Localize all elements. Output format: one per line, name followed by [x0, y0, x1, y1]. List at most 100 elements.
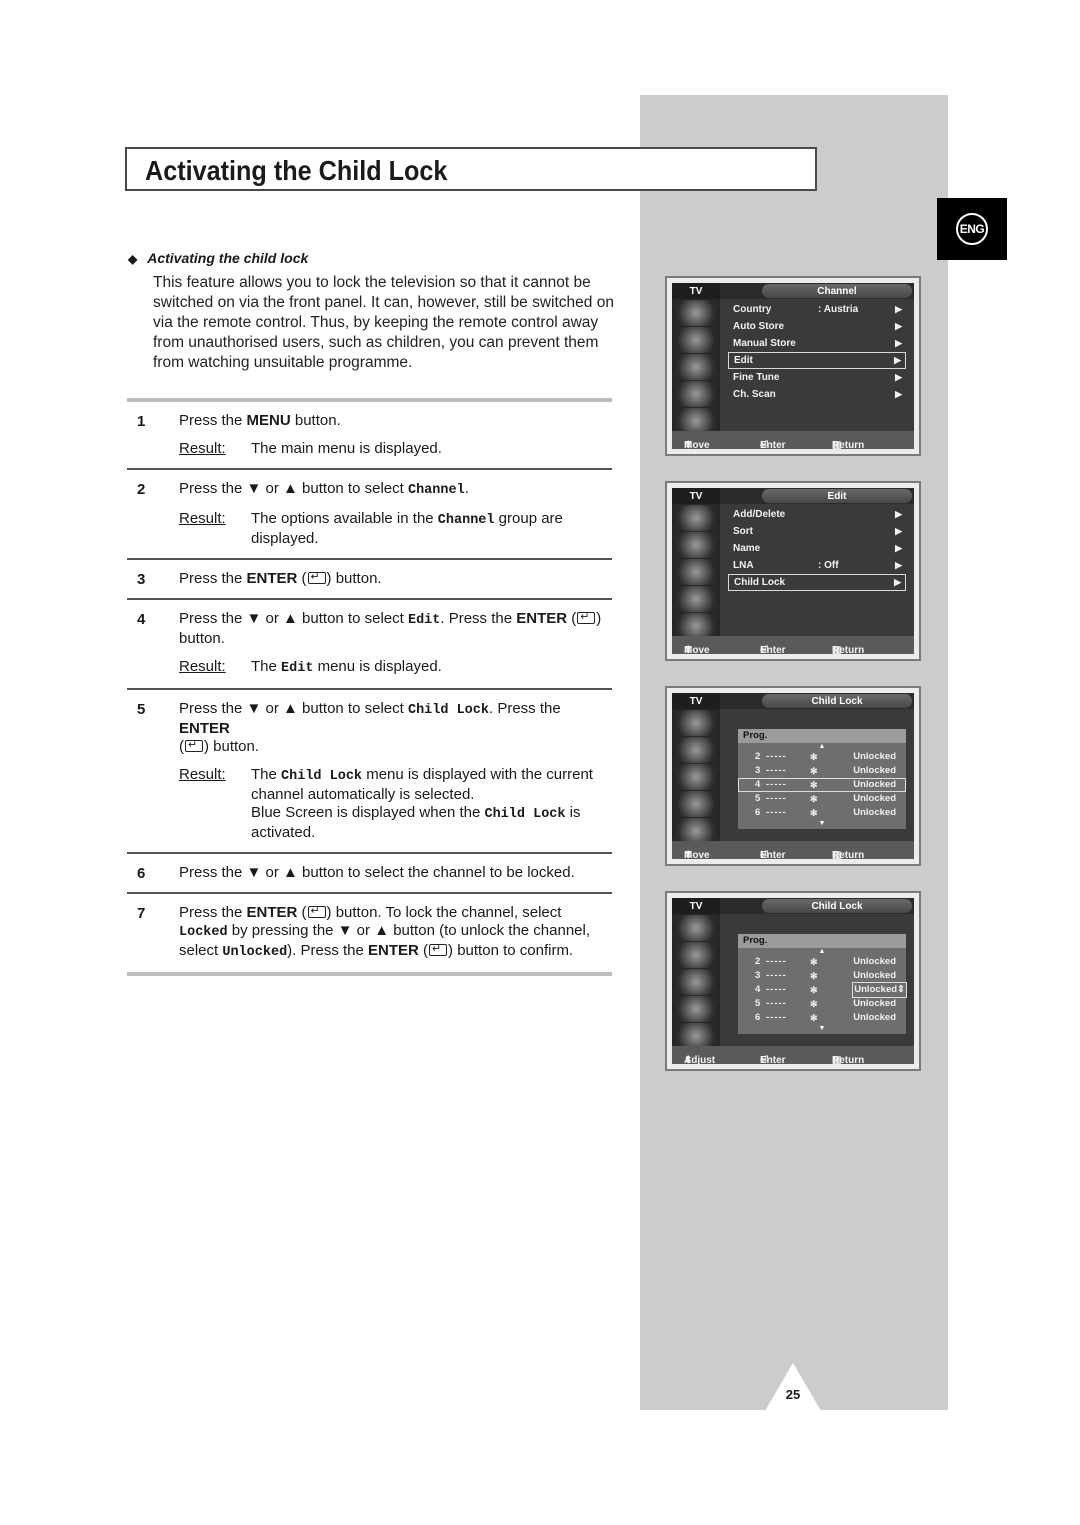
menu-footer: ⬍ Move ⏎ Enter ▥ Return	[672, 636, 914, 654]
step-number: 4	[137, 611, 146, 628]
menu-sidebar	[672, 914, 720, 1049]
section-heading: ◆ Activating the child lock	[128, 250, 308, 266]
prog-row-adjusting[interactable]: 4 ----- ✻ Unlocked⇕	[738, 982, 907, 998]
menu-title: Child Lock	[762, 694, 912, 708]
arrow-right-icon: ▶	[895, 321, 902, 331]
prog-row[interactable]: 6 ----- ✻ Unlocked	[738, 806, 906, 820]
step-text: Press the ▼ or ▲ button to select the ch…	[179, 864, 575, 881]
menu-item-manual-store[interactable]: Manual Store ▶	[728, 335, 906, 352]
step-result: Result: The Child Lock menu is displayed …	[179, 766, 612, 842]
arrow-right-icon: ▶	[895, 338, 902, 348]
enter-icon	[307, 902, 326, 920]
sound-icon	[675, 327, 717, 353]
picture-icon	[675, 505, 717, 531]
step-number: 1	[137, 413, 146, 430]
scroll-up-icon[interactable]: ▲	[738, 743, 906, 750]
sound-icon	[675, 942, 717, 968]
result-label: Result:	[179, 440, 226, 457]
step-text: Press the ▼ or ▲ button to select Edit. …	[179, 608, 612, 648]
prog-row[interactable]: 3 ----- ✻ Unlocked	[738, 764, 906, 778]
status-selector[interactable]: Unlocked⇕	[852, 982, 907, 998]
prog-row-selected[interactable]: 4 ----- ✻ Unlocked	[738, 778, 906, 792]
setup-icon	[675, 996, 717, 1022]
step-text: Press the ENTER () button. To lock the c…	[179, 902, 612, 962]
prog-list-header: Prog.	[738, 934, 906, 948]
menu-item-edit[interactable]: Edit ▶	[728, 352, 906, 369]
language-badge: ENG	[937, 198, 1007, 260]
menu-item-name[interactable]: Name ▶	[728, 540, 906, 557]
page-number: 25	[785, 1387, 801, 1402]
steps-list: 1 Press the MENU button. Result: The main…	[127, 398, 612, 976]
asterisk-icon: ✻	[810, 808, 818, 818]
arrow-right-icon: ▶	[895, 304, 902, 314]
section-heading-text: Activating the child lock	[147, 250, 309, 266]
prog-row[interactable]: 5 ----- ✻ Unlocked	[738, 792, 906, 806]
menu-footer: ⬍ Adjust ⏎ Enter ▥ Return	[672, 1046, 914, 1064]
title-box: Activating the Child Lock	[125, 147, 817, 191]
asterisk-icon: ✻	[810, 999, 818, 1009]
menu-sidebar	[672, 299, 720, 434]
prog-row[interactable]: 5 ----- ✻ Unlocked	[738, 997, 906, 1011]
step-4: 4 Press the ▼ or ▲ button to select Edit…	[127, 600, 612, 690]
enter-icon	[307, 568, 326, 586]
tv-screen-child-lock-adjust: TV Child Lock Prog. ▲ 2 ----- ✻ Unlocked 3-…	[665, 891, 921, 1071]
tv-screen-channel: TV Channel Country: Austria ▶ Auto Store ▶…	[665, 276, 921, 456]
menu-item-lna[interactable]: LNA: Off ▶	[728, 557, 906, 574]
step-result: Result: The main menu is displayed.	[179, 440, 612, 458]
result-label: Result:	[179, 658, 226, 675]
arrow-right-icon: ▶	[895, 560, 902, 570]
menu-footer: ⬍ Move ⏎ Enter ▥ Return	[672, 431, 914, 449]
result-text: The Edit menu is displayed.	[251, 658, 442, 676]
arrow-right-icon: ▶	[895, 543, 902, 553]
scroll-down-icon[interactable]: ▼	[738, 820, 906, 827]
scroll-down-icon[interactable]: ▼	[738, 1025, 906, 1032]
menu-item-country[interactable]: Country: Austria ▶	[728, 301, 906, 318]
diamond-bullet-icon: ◆	[128, 252, 138, 266]
sound-icon	[675, 737, 717, 763]
menu-title: Child Lock	[762, 899, 912, 913]
menu-item-auto-store[interactable]: Auto Store ▶	[728, 318, 906, 335]
channel-icon	[675, 559, 717, 585]
eng-icon: ENG	[956, 213, 988, 245]
prog-row[interactable]: 3 ----- ✻ Unlocked	[738, 969, 906, 983]
step-number: 7	[137, 905, 146, 922]
result-text: The Child Lock menu is displayed with th…	[251, 766, 593, 841]
step-number: 6	[137, 865, 146, 882]
asterisk-icon: ✻	[810, 1013, 818, 1023]
arrow-right-icon: ▶	[895, 372, 902, 382]
channel-icon	[675, 354, 717, 380]
menu-item-ch-scan[interactable]: Ch. Scan ▶	[728, 386, 906, 403]
prog-row[interactable]: 2 ----- ✻ Unlocked	[738, 750, 906, 764]
step-text: Press the ▼ or ▲ button to select Child …	[179, 700, 612, 756]
result-label: Result:	[179, 766, 226, 783]
asterisk-icon: ✻	[810, 766, 818, 776]
setup-icon	[675, 586, 717, 612]
enter-icon	[577, 608, 596, 626]
menu-item-fine-tune[interactable]: Fine Tune ▶	[728, 369, 906, 386]
channel-icon	[675, 969, 717, 995]
menu-item-sort[interactable]: Sort ▶	[728, 523, 906, 540]
step-6: 6 Press the ▼ or ▲ button to select the …	[127, 854, 612, 894]
menu-item-child-lock[interactable]: Child Lock ▶	[728, 574, 906, 591]
prog-row[interactable]: 2 ----- ✻ Unlocked	[738, 955, 906, 969]
tv-label: TV	[672, 488, 720, 504]
result-text: The options available in the Channel gro…	[251, 510, 563, 547]
prog-list-header: Prog.	[738, 729, 906, 743]
step-number: 3	[137, 571, 146, 588]
scroll-up-icon[interactable]: ▲	[738, 948, 906, 955]
step-result: Result: The options available in the Chan…	[179, 510, 612, 548]
tv-screen-child-lock: TV Child Lock Prog. ▲ 2 ----- ✻ Unlocked 3-…	[665, 686, 921, 866]
arrow-right-icon: ▶	[895, 526, 902, 536]
menu-title: Channel	[762, 284, 912, 298]
step-5: 5 Press the ▼ or ▲ button to select Chil…	[127, 690, 612, 854]
prog-row[interactable]: 6 ----- ✻ Unlocked	[738, 1011, 906, 1025]
sound-icon	[675, 532, 717, 558]
step-2: 2 Press the ▼ or ▲ button to select Chan…	[127, 470, 612, 560]
menu-item-add-delete[interactable]: Add/Delete ▶	[728, 506, 906, 523]
arrow-right-icon: ▶	[894, 577, 901, 587]
step-result: Result: The Edit menu is displayed.	[179, 658, 612, 678]
step-1: 1 Press the MENU button. Result: The main…	[127, 402, 612, 470]
arrow-right-icon: ▶	[895, 389, 902, 399]
channel-icon	[675, 764, 717, 790]
picture-icon	[675, 300, 717, 326]
